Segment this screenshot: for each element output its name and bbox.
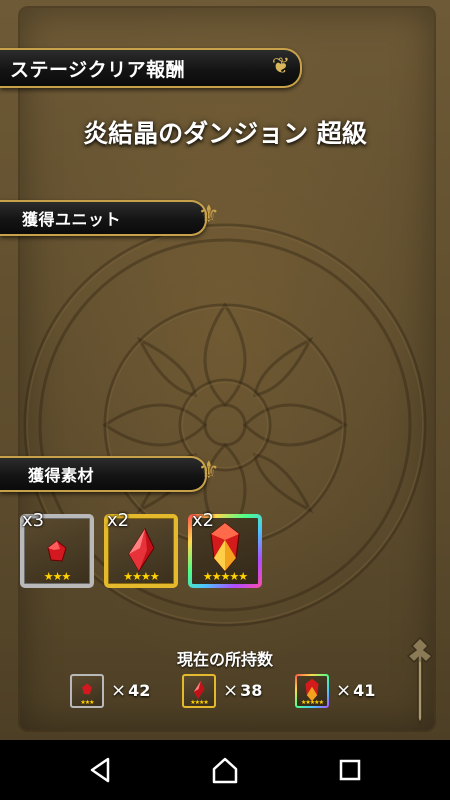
- stage-name: 炎結晶のダンジョン 超級: [83, 119, 367, 148]
- times-sign: ×: [223, 680, 239, 701]
- back-icon[interactable]: [86, 755, 116, 785]
- rarity-stars: ★★★★★: [301, 699, 324, 706]
- sword-emblem-icon[interactable]: [398, 636, 442, 726]
- material-quantity: x3: [22, 510, 45, 531]
- materials-section-title: 獲得素材: [28, 466, 95, 485]
- owned-material-thumb: ★★★★★: [295, 674, 329, 708]
- owned-material-thumb: ★★★★: [182, 674, 216, 708]
- fire-crystal-icon: [128, 528, 155, 572]
- owned-value: 41: [353, 681, 376, 700]
- recents-icon[interactable]: [335, 755, 365, 785]
- owned-quantity: × 38: [223, 680, 262, 701]
- rarity-stars: ★★★: [80, 699, 94, 706]
- owned-count-title: 現在の所持数: [176, 650, 273, 669]
- fleur-ornament-icon: ⚜: [198, 456, 220, 484]
- material-quantity: x2: [192, 510, 215, 531]
- reward-title: ステージクリア報酬: [10, 58, 186, 81]
- owned-value: 42: [128, 681, 151, 700]
- scroll-ornament-icon: ❦: [271, 54, 291, 79]
- owned-value: 38: [240, 681, 263, 700]
- rarity-stars: ★★★★: [190, 699, 209, 706]
- material-quantity: x2: [107, 510, 130, 531]
- game-screen[interactable]: ステージクリア報酬 ❦ 炎結晶のダンジョン 超級 獲得ユニット ⚜ 獲得素材 ⚜…: [0, 0, 450, 740]
- small-fire-crystal-icon: [82, 683, 92, 695]
- fire-crystal-icon: [193, 681, 205, 699]
- rarity-stars: ★★★★: [123, 570, 159, 583]
- owned-material-thumb: ★★★: [70, 674, 104, 708]
- rarity-stars: ★★★: [43, 570, 72, 583]
- units-section-title: 獲得ユニット: [22, 210, 122, 229]
- small-fire-crystal-icon: [47, 540, 67, 562]
- owned-quantity: × 41: [336, 680, 375, 701]
- owned-quantity: × 42: [111, 680, 150, 701]
- fleur-ornament-icon: ⚜: [198, 200, 220, 228]
- times-sign: ×: [336, 680, 352, 701]
- android-navigation-bar: [0, 740, 450, 800]
- obtained-materials-banner: 獲得素材: [0, 456, 207, 492]
- times-sign: ×: [111, 680, 127, 701]
- stage-clear-reward-banner: ステージクリア報酬 ❦: [0, 48, 302, 88]
- obtained-units-banner: 獲得ユニット: [0, 200, 207, 236]
- home-icon[interactable]: [210, 755, 240, 785]
- rarity-stars: ★★★★★: [202, 570, 248, 583]
